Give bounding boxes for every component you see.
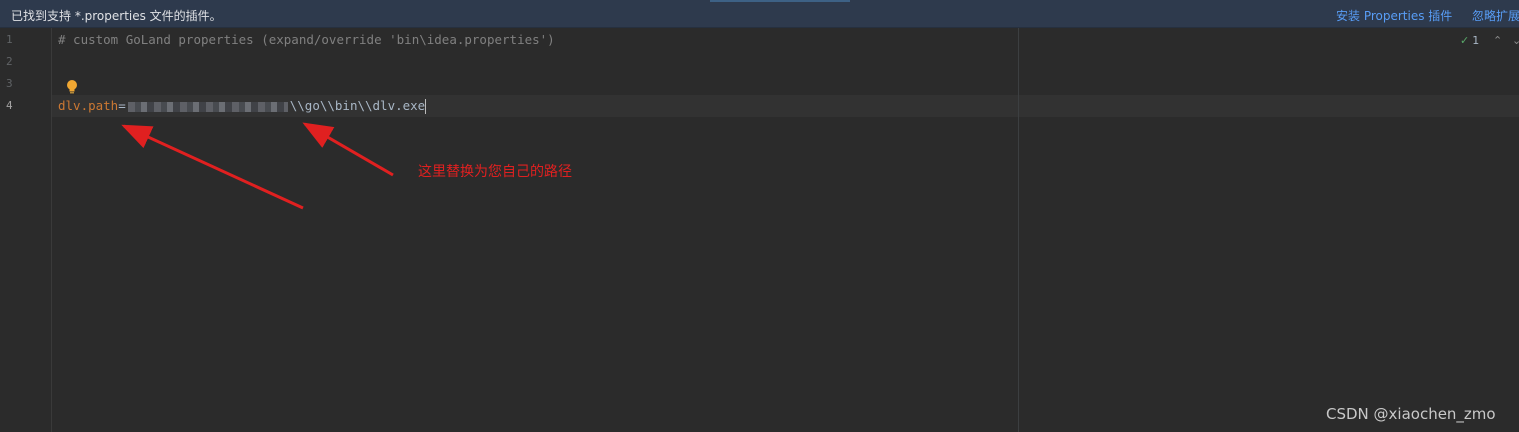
annotation-text: 这里替换为您自己的路径	[418, 164, 572, 180]
annotation-arrows	[121, 122, 394, 210]
watermark: CSDN @xiaochen_zmo	[1326, 405, 1496, 423]
arrow-to-value	[302, 122, 394, 177]
arrow-to-key	[121, 124, 304, 210]
